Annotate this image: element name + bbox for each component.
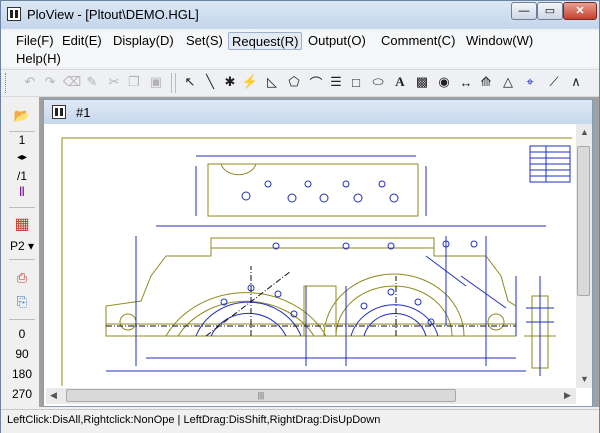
pen-icon[interactable]: ✎: [83, 73, 101, 91]
mdi-area: #1 ▲ ▼ ◀ ||| ▶: [39, 97, 599, 407]
document-icon: [52, 105, 66, 119]
cad-drawing: [61, 137, 572, 386]
toolbar-separator: [175, 73, 176, 93]
title-bar: PloView - [Pltout\DEMO.HGL] — ▭ ✕: [1, 1, 599, 29]
vertical-scroll-thumb[interactable]: [577, 146, 590, 296]
cut-icon[interactable]: ✂: [105, 73, 123, 91]
print-layout-icon[interactable]: ⎙: [11, 267, 33, 289]
drawing-window-title: #1: [76, 105, 91, 120]
arc-icon[interactable]: ∧: [567, 73, 585, 91]
page-nav-arrows-icon[interactable]: ◂▸: [11, 146, 33, 168]
title-block: [529, 145, 571, 183]
redo-icon[interactable]: ↷: [41, 73, 59, 91]
polyline-icon[interactable]: ⚡: [241, 73, 259, 91]
rotate-90-button[interactable]: 90: [7, 347, 37, 361]
chevron-down-icon: ▾: [28, 239, 35, 253]
color-palette-icon[interactable]: ▦: [11, 213, 33, 235]
line-icon[interactable]: ╲: [201, 73, 219, 91]
copy-icon[interactable]: ❐: [125, 73, 143, 91]
circle-target-icon[interactable]: ◉: [435, 73, 453, 91]
toolbar-separator: [171, 73, 172, 93]
drawing-window: #1 ▲ ▼ ◀ ||| ▶: [43, 99, 593, 407]
polygon-open-icon[interactable]: ◺: [263, 73, 281, 91]
scroll-right-icon[interactable]: ▶: [564, 390, 571, 401]
page-number: 1: [18, 133, 26, 147]
status-bar: LeftClick:DisAll,Rightclick:NonOpe | Lef…: [1, 409, 599, 433]
minimize-button[interactable]: —: [511, 2, 537, 20]
app-icon: [7, 7, 21, 21]
centre-lines: [106, 266, 516, 337]
scroll-down-icon[interactable]: ▼: [580, 374, 589, 384]
side-toolbar: 📂 1 ◂▸ /1 Ⅱ ▦ P2 ▾ ⎙ ⎘ 0 90 180 270: [7, 97, 37, 407]
crosshair-icon[interactable]: ⌖: [521, 73, 539, 91]
menu-window[interactable]: Window(W): [463, 32, 536, 50]
vertical-scrollbar[interactable]: ▲ ▼: [576, 124, 592, 388]
window-title: PloView - [Pltout\DEMO.HGL]: [27, 7, 199, 22]
ellipse-icon[interactable]: ⬭: [369, 73, 387, 91]
pen-select-label: P2: [9, 239, 25, 253]
menu-edit[interactable]: Edit(E): [59, 32, 105, 50]
sidebar-separator: [9, 259, 35, 260]
side-view-dimensions: [526, 276, 554, 376]
drawing-canvas[interactable]: [46, 126, 572, 386]
triangle-dimension-icon[interactable]: △: [499, 73, 517, 91]
menu-request[interactable]: Request(R): [228, 32, 303, 50]
rotate-270-button[interactable]: 270: [7, 387, 37, 401]
select-arrow-icon[interactable]: ↖: [181, 73, 199, 91]
undo-icon[interactable]: ↶: [21, 73, 39, 91]
print-setup-icon[interactable]: ⎘: [11, 291, 33, 313]
housing-outline: [105, 237, 517, 337]
menu-display[interactable]: Display(D): [110, 32, 177, 50]
sidebar-separator: [9, 131, 35, 132]
maximize-button[interactable]: ▭: [537, 2, 563, 20]
rectangle-icon[interactable]: □: [347, 73, 365, 91]
drawing-toolbar: ↶ ↷ ⌫ ✎ ✂ ❐ ▣ ↖ ╲ ✱ ⚡ ◺ ⬠ ⌒ ☰ □ ⬭ A ▩ ◉ …: [1, 69, 599, 97]
toolbar-grip[interactable]: [5, 73, 8, 93]
close-button[interactable]: ✕: [563, 2, 597, 20]
drawing-window-title-bar[interactable]: #1: [44, 100, 592, 124]
angle-dimension-icon[interactable]: ⟰: [477, 73, 495, 91]
pentagon-icon[interactable]: ⬠: [285, 73, 303, 91]
rotate-0-button[interactable]: 0: [7, 327, 37, 341]
curve-icon[interactable]: ⌒: [307, 73, 325, 91]
paste-icon[interactable]: ▣: [147, 73, 165, 91]
drawing-frame: [61, 137, 572, 386]
status-text: LeftClick:DisAll,Rightclick:NonOpe | Lef…: [7, 414, 381, 426]
app-window: PloView - [Pltout\DEMO.HGL] — ▭ ✕ File(F…: [0, 0, 600, 433]
menu-set[interactable]: Set(S): [183, 32, 226, 50]
open-folder-icon[interactable]: 📂: [11, 105, 33, 127]
menu-comment[interactable]: Comment(C): [378, 32, 458, 50]
dimension-icon[interactable]: ↔: [457, 73, 475, 91]
eraser-icon[interactable]: ⌫: [63, 73, 81, 91]
hatch-lines-icon[interactable]: ☰: [327, 73, 345, 91]
menu-help[interactable]: Help(H): [13, 50, 64, 68]
sidebar-separator: [9, 319, 35, 320]
rotate-180-button[interactable]: 180: [7, 367, 37, 381]
pen-settings-icon[interactable]: Ⅱ: [11, 181, 33, 203]
fill-pattern-icon[interactable]: ▩: [413, 73, 431, 91]
leader-icon[interactable]: ⟋: [545, 73, 563, 91]
scroll-left-icon[interactable]: ◀: [50, 390, 57, 401]
sidebar-separator: [9, 207, 35, 208]
scroll-up-icon[interactable]: ▲: [580, 127, 589, 137]
horizontal-scroll-thumb[interactable]: |||: [66, 389, 456, 402]
pen-select[interactable]: P2 ▾: [7, 239, 37, 253]
menu-bar: File(F) Edit(E) Display(D) Set(S) Reques…: [1, 31, 599, 67]
text-tool-icon[interactable]: A: [391, 73, 409, 91]
menu-file[interactable]: File(F): [13, 32, 57, 50]
menu-output[interactable]: Output(O): [305, 32, 369, 50]
top-plate: [207, 163, 419, 217]
top-plate-holes: [195, 155, 427, 216]
cross-line-icon[interactable]: ✱: [221, 73, 239, 91]
horizontal-scrollbar[interactable]: ◀ ||| ▶: [46, 388, 576, 404]
